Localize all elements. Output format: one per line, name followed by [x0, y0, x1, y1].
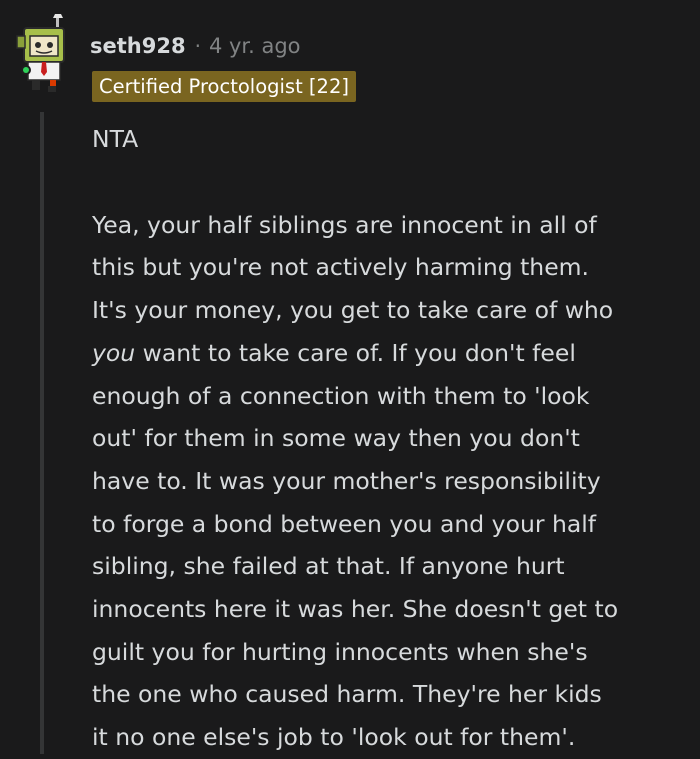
comment-meta: seth928 · 4 yr. ago — [90, 30, 301, 62]
thread-collapse-line[interactable] — [40, 112, 44, 754]
comment-body: NTA Yea, your half siblings are innocent… — [92, 118, 690, 759]
meta-separator: · — [194, 34, 201, 58]
comment-paragraph-1: NTA — [92, 125, 139, 153]
timestamp-link[interactable]: 4 yr. ago — [209, 34, 301, 58]
comment-line: It's your money, you get to take care of… — [92, 296, 614, 325]
comment-line: innocents here it was her. She doesn't g… — [92, 595, 619, 624]
comment-line: Yea, your half siblings are innocent in … — [92, 210, 597, 239]
comment-line: to forge a bond between you and your hal… — [92, 509, 597, 538]
username-link[interactable]: seth928 — [90, 34, 186, 58]
comment-line: guilt you for hurting innocents when she… — [92, 637, 588, 666]
emphasis-text: you — [92, 338, 136, 367]
comment-line: out' for them in some way then you don't — [92, 424, 580, 453]
comment-line: it no one else's job to 'look out for th… — [92, 723, 576, 752]
comment-line-rest: want to take care of. If you don't feel — [135, 338, 576, 367]
comment-line: have to. It was your mother's responsibi… — [92, 466, 601, 495]
comment-line: this but you're not actively harming the… — [92, 253, 590, 282]
comment-line: sibling, she failed at that. If anyone h… — [92, 552, 565, 581]
user-flair-badge: Certified Proctologist [22] — [92, 71, 356, 102]
comment-paragraph-2: Yea, your half siblings are innocent in … — [92, 204, 690, 759]
comment-line: you want to take care of. If you don't f… — [92, 332, 690, 375]
user-avatar[interactable] — [14, 14, 76, 96]
comment-line: the one who caused harm. They're her kid… — [92, 680, 602, 709]
comment: seth928 · 4 yr. ago Certified Proctologi… — [0, 0, 700, 754]
comment-line: enough of a connection with them to 'loo… — [92, 381, 590, 410]
